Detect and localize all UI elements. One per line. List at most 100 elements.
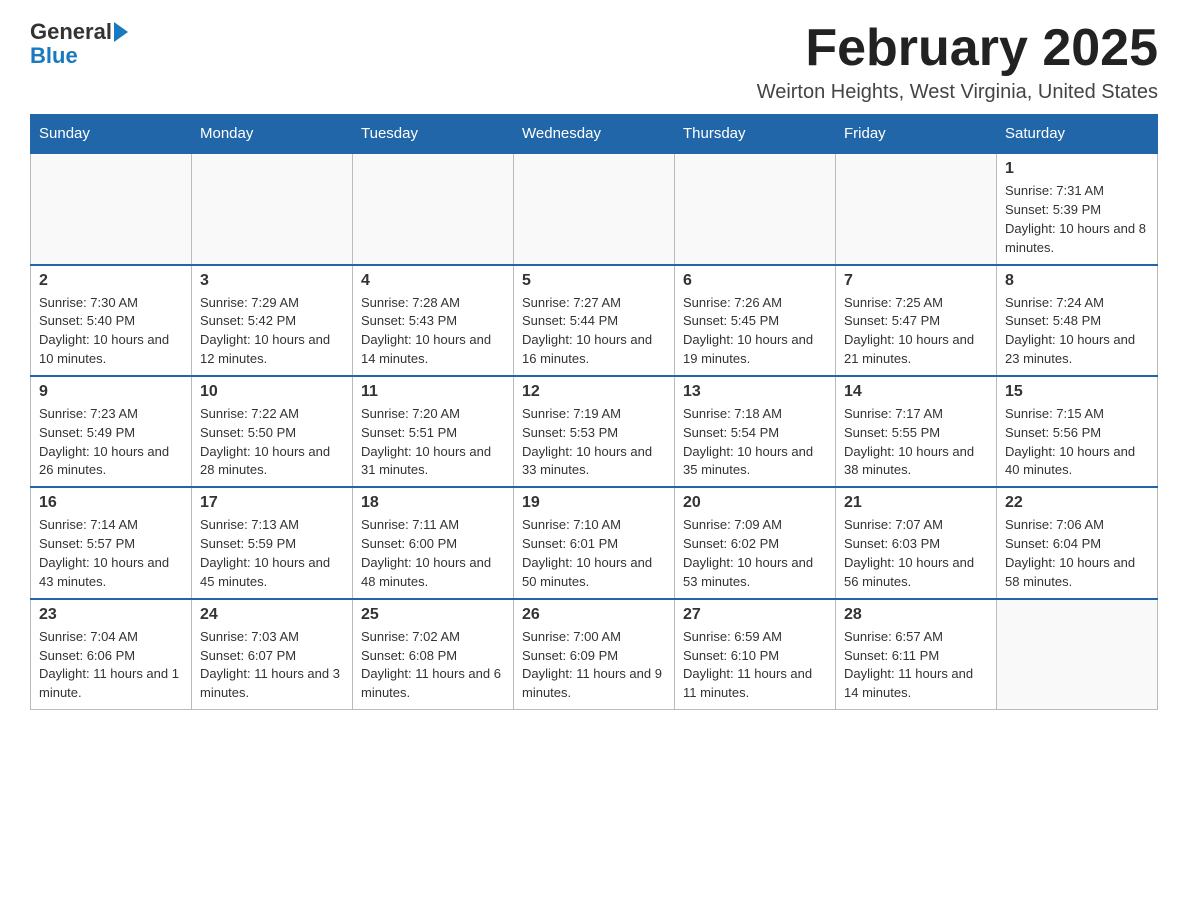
day-number: 7 [844,272,988,290]
day-info: Sunrise: 7:04 AMSunset: 6:06 PMDaylight:… [39,628,183,703]
location-subtitle: Weirton Heights, West Virginia, United S… [757,81,1158,104]
day-info: Sunrise: 7:02 AMSunset: 6:08 PMDaylight:… [361,628,505,703]
weekday-header-wednesday: Wednesday [514,115,675,154]
title-section: February 2025 Weirton Heights, West Virg… [757,20,1158,104]
day-info: Sunrise: 7:22 AMSunset: 5:50 PMDaylight:… [200,405,344,480]
logo-arrow-icon [114,22,128,42]
calendar-cell: 26Sunrise: 7:00 AMSunset: 6:09 PMDayligh… [514,599,675,710]
day-number: 12 [522,383,666,401]
day-info: Sunrise: 7:29 AMSunset: 5:42 PMDaylight:… [200,294,344,369]
calendar-cell [514,153,675,264]
day-info: Sunrise: 7:30 AMSunset: 5:40 PMDaylight:… [39,294,183,369]
day-number: 23 [39,606,183,624]
day-info: Sunrise: 7:24 AMSunset: 5:48 PMDaylight:… [1005,294,1149,369]
calendar-cell: 5Sunrise: 7:27 AMSunset: 5:44 PMDaylight… [514,265,675,376]
day-number: 3 [200,272,344,290]
day-number: 21 [844,494,988,512]
weekday-header-tuesday: Tuesday [353,115,514,154]
calendar-cell: 7 Sunrise: 7:25 AMSunset: 5:47 PMDaylight… [836,265,997,376]
calendar-cell: 20 Sunrise: 7:09 AMSunset: 6:02 PMDayligh… [675,487,836,598]
calendar-cell: 22 Sunrise: 7:06 AMSunset: 6:04 PMDayligh… [997,487,1158,598]
calendar-cell: 17 Sunrise: 7:13 AMSunset: 5:59 PMDayligh… [192,487,353,598]
day-number: 17 [200,494,344,512]
logo: General Blue [30,20,128,68]
logo-blue: Blue [30,44,128,68]
calendar-cell [836,153,997,264]
calendar-cell: 10 Sunrise: 7:22 AMSunset: 5:50 PMDayligh… [192,376,353,487]
day-number: 24 [200,606,344,624]
calendar-cell: 27Sunrise: 6:59 AMSunset: 6:10 PMDayligh… [675,599,836,710]
calendar-cell: 8 Sunrise: 7:24 AMSunset: 5:48 PMDaylight… [997,265,1158,376]
weekday-header-monday: Monday [192,115,353,154]
day-number: 19 [522,494,666,512]
month-title: February 2025 [757,20,1158,77]
day-info: Sunrise: 7:26 AMSunset: 5:45 PMDaylight:… [683,294,827,369]
calendar-cell: 23 Sunrise: 7:04 AMSunset: 6:06 PMDayligh… [31,599,192,710]
day-info: Sunrise: 6:57 AMSunset: 6:11 PMDaylight:… [844,628,988,703]
calendar-cell: 14 Sunrise: 7:17 AMSunset: 5:55 PMDayligh… [836,376,997,487]
day-info: Sunrise: 7:09 AMSunset: 6:02 PMDaylight:… [683,516,827,591]
day-number: 27 [683,606,827,624]
calendar-cell: 11 Sunrise: 7:20 AMSunset: 5:51 PMDayligh… [353,376,514,487]
calendar-cell: 28 Sunrise: 6:57 AMSunset: 6:11 PMDayligh… [836,599,997,710]
day-number: 25 [361,606,505,624]
day-info: Sunrise: 7:10 AMSunset: 6:01 PMDaylight:… [522,516,666,591]
day-number: 2 [39,272,183,290]
weekday-header-sunday: Sunday [31,115,192,154]
calendar-cell: 25 Sunrise: 7:02 AMSunset: 6:08 PMDayligh… [353,599,514,710]
day-info: Sunrise: 7:07 AMSunset: 6:03 PMDaylight:… [844,516,988,591]
calendar-cell [675,153,836,264]
calendar-cell: 12 Sunrise: 7:19 AMSunset: 5:53 PMDayligh… [514,376,675,487]
calendar-week-2: 2 Sunrise: 7:30 AMSunset: 5:40 PMDaylight… [31,265,1158,376]
calendar-week-4: 16 Sunrise: 7:14 AMSunset: 5:57 PMDayligh… [31,487,1158,598]
day-number: 22 [1005,494,1149,512]
day-info: Sunrise: 7:20 AMSunset: 5:51 PMDaylight:… [361,405,505,480]
calendar-cell: 6Sunrise: 7:26 AMSunset: 5:45 PMDaylight… [675,265,836,376]
calendar-week-1: 1 Sunrise: 7:31 AMSunset: 5:39 PMDaylight… [31,153,1158,264]
day-info: Sunrise: 7:06 AMSunset: 6:04 PMDaylight:… [1005,516,1149,591]
day-number: 1 [1005,160,1149,178]
day-number: 16 [39,494,183,512]
day-info: Sunrise: 7:28 AMSunset: 5:43 PMDaylight:… [361,294,505,369]
day-number: 28 [844,606,988,624]
day-number: 5 [522,272,666,290]
day-info: Sunrise: 7:03 AMSunset: 6:07 PMDaylight:… [200,628,344,703]
day-number: 20 [683,494,827,512]
calendar-cell: 9 Sunrise: 7:23 AMSunset: 5:49 PMDaylight… [31,376,192,487]
day-number: 8 [1005,272,1149,290]
calendar-cell: 3 Sunrise: 7:29 AMSunset: 5:42 PMDaylight… [192,265,353,376]
calendar-cell: 18Sunrise: 7:11 AMSunset: 6:00 PMDayligh… [353,487,514,598]
day-info: Sunrise: 7:00 AMSunset: 6:09 PMDaylight:… [522,628,666,703]
weekday-header-saturday: Saturday [997,115,1158,154]
day-info: Sunrise: 7:25 AMSunset: 5:47 PMDaylight:… [844,294,988,369]
day-info: Sunrise: 7:17 AMSunset: 5:55 PMDaylight:… [844,405,988,480]
day-info: Sunrise: 7:23 AMSunset: 5:49 PMDaylight:… [39,405,183,480]
calendar-cell: 21 Sunrise: 7:07 AMSunset: 6:03 PMDayligh… [836,487,997,598]
day-number: 9 [39,383,183,401]
calendar-cell: 19 Sunrise: 7:10 AMSunset: 6:01 PMDayligh… [514,487,675,598]
calendar-cell [997,599,1158,710]
day-number: 4 [361,272,505,290]
day-info: Sunrise: 7:14 AMSunset: 5:57 PMDaylight:… [39,516,183,591]
calendar-week-5: 23 Sunrise: 7:04 AMSunset: 6:06 PMDayligh… [31,599,1158,710]
calendar-cell: 15Sunrise: 7:15 AMSunset: 5:56 PMDayligh… [997,376,1158,487]
calendar-cell [353,153,514,264]
calendar-cell: 24 Sunrise: 7:03 AMSunset: 6:07 PMDayligh… [192,599,353,710]
page-header: General Blue February 2025 Weirton Heigh… [30,20,1158,104]
calendar-cell: 2 Sunrise: 7:30 AMSunset: 5:40 PMDaylight… [31,265,192,376]
calendar-table: SundayMondayTuesdayWednesdayThursdayFrid… [30,114,1158,710]
day-number: 18 [361,494,505,512]
weekday-header-thursday: Thursday [675,115,836,154]
day-info: Sunrise: 7:31 AMSunset: 5:39 PMDaylight:… [1005,182,1149,257]
calendar-cell: 16 Sunrise: 7:14 AMSunset: 5:57 PMDayligh… [31,487,192,598]
day-info: Sunrise: 7:13 AMSunset: 5:59 PMDaylight:… [200,516,344,591]
day-number: 11 [361,383,505,401]
day-number: 14 [844,383,988,401]
day-info: Sunrise: 7:18 AMSunset: 5:54 PMDaylight:… [683,405,827,480]
calendar-cell: 1 Sunrise: 7:31 AMSunset: 5:39 PMDaylight… [997,153,1158,264]
day-info: Sunrise: 7:19 AMSunset: 5:53 PMDaylight:… [522,405,666,480]
day-number: 10 [200,383,344,401]
day-number: 13 [683,383,827,401]
weekday-header-row: SundayMondayTuesdayWednesdayThursdayFrid… [31,115,1158,154]
calendar-cell: 13 Sunrise: 7:18 AMSunset: 5:54 PMDayligh… [675,376,836,487]
